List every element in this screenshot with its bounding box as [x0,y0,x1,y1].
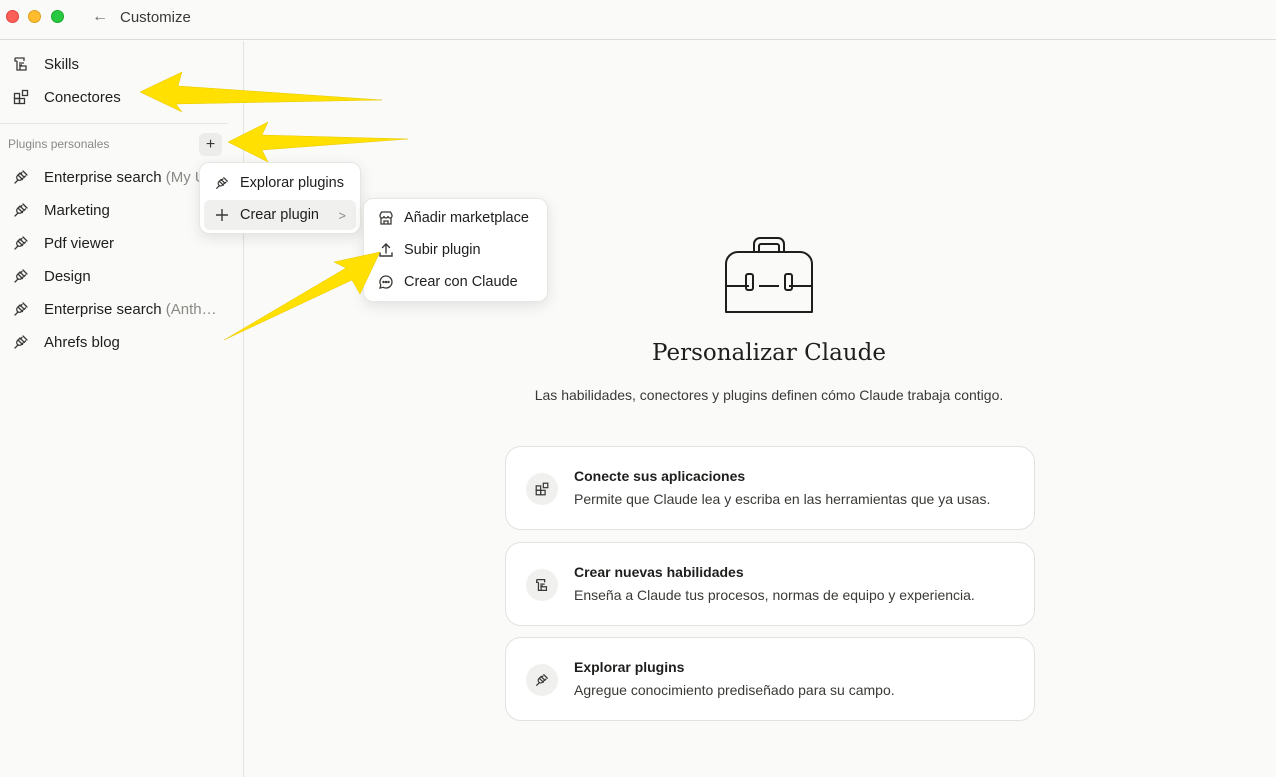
annotation-arrow-add-plugin [227,121,409,163]
window-title: Customize [120,9,191,26]
annotation-arrow-upload-plugin [223,251,381,341]
sidebar-item-label: Skills [44,55,80,73]
plug-icon [14,302,28,316]
card-title: Conecte sus aplicaciones [574,468,746,484]
page-subtitle: Las habilidades, conectores y plugins de… [534,387,1004,403]
plugin-name: Marketing [44,201,110,219]
sidebar-item-skills[interactable]: Skills [12,49,227,79]
title-bar: ← Customize [0,0,1276,40]
plugin-name: Pdf viewer [44,234,115,252]
sidebar-plugin-item[interactable]: Pdf viewer [12,228,227,258]
sidebar-plugin-item[interactable]: Design [12,261,227,291]
card-icon [526,569,558,601]
menu-item-create-with-claude[interactable]: Crear con Claude [368,267,543,297]
upload-icon [379,243,393,257]
arrow-left-icon[interactable]: ← [92,8,108,26]
create-plugin-submenu: Añadir marketplace Subir plugin Crear co… [363,198,548,302]
plus-icon [216,209,228,221]
card-title: Crear nuevas habilidades [574,564,744,580]
chevron-right-icon: > [338,207,346,223]
menu-item-add-marketplace[interactable]: Añadir marketplace [368,203,543,233]
add-plugin-menu: Explorar plugins Crear plugin > [199,162,361,234]
menu-item-explore-plugins[interactable]: Explorar plugins [204,168,356,198]
page-title: Personalizar Claude [652,340,886,366]
skills-icon [536,579,548,591]
store-icon [379,211,393,225]
plug-icon [14,203,28,217]
connectors-icon [13,89,29,105]
plugin-name: Enterprise search [44,168,162,186]
zoom-window-button[interactable] [51,10,64,23]
menu-item-upload-plugin[interactable]: Subir plugin [368,235,543,265]
add-plugin-button[interactable]: + [199,133,222,156]
menu-item-label: Crear con Claude [404,274,518,290]
plug-icon [14,170,28,184]
menu-item-label: Subir plugin [404,242,481,258]
card-create-skills[interactable]: Crear nuevas habilidades Enseña a Claude… [505,542,1035,626]
plugin-name: Enterprise search [44,300,162,318]
chat-icon [379,275,393,289]
skills-icon [14,57,27,71]
card-icon [526,473,558,505]
menu-item-label: Añadir marketplace [404,210,529,226]
connectors-icon [535,482,549,496]
sidebar-item-conectores[interactable]: Conectores [12,82,227,112]
card-description: Permite que Claude lea y escriba en las … [574,491,991,507]
plugin-source: (Anth… [161,300,217,318]
plugin-name: Ahrefs blog [44,333,120,351]
sidebar-plugin-item[interactable]: Marketing [12,195,227,225]
card-description: Enseña a Claude tus procesos, normas de … [574,587,975,603]
plugin-name: Design [44,267,91,285]
card-explore-plugins[interactable]: Explorar plugins Agregue conocimiento pr… [505,637,1035,721]
menu-item-create-plugin[interactable]: Crear plugin > [204,200,356,230]
sidebar-plugin-item[interactable]: Ahrefs blog [12,327,227,357]
plug-icon [14,236,28,250]
card-icon [526,664,558,696]
plug-icon [536,674,548,686]
toolbox-icon [725,237,813,313]
plug-icon [14,335,28,349]
close-window-button[interactable] [6,10,19,23]
sidebar: Skills Conectores Plugins personales + E… [0,41,244,777]
plug-icon [216,177,228,189]
plug-icon [14,269,28,283]
menu-item-label: Crear plugin [240,207,319,223]
section-label: Plugins personales [8,137,110,151]
card-title: Explorar plugins [574,659,685,675]
card-connect-apps[interactable]: Conecte sus aplicaciones Permite que Cla… [505,446,1035,530]
sidebar-item-label: Conectores [44,88,121,106]
card-description: Agregue conocimiento prediseñado para su… [574,682,895,698]
menu-item-label: Explorar plugins [240,175,344,191]
sidebar-plugin-item[interactable]: Enterprise search (Anth… [12,294,227,324]
sidebar-plugin-item[interactable]: Enterprise search (My U [12,162,227,192]
divider [0,123,228,124]
minimize-window-button[interactable] [28,10,41,23]
